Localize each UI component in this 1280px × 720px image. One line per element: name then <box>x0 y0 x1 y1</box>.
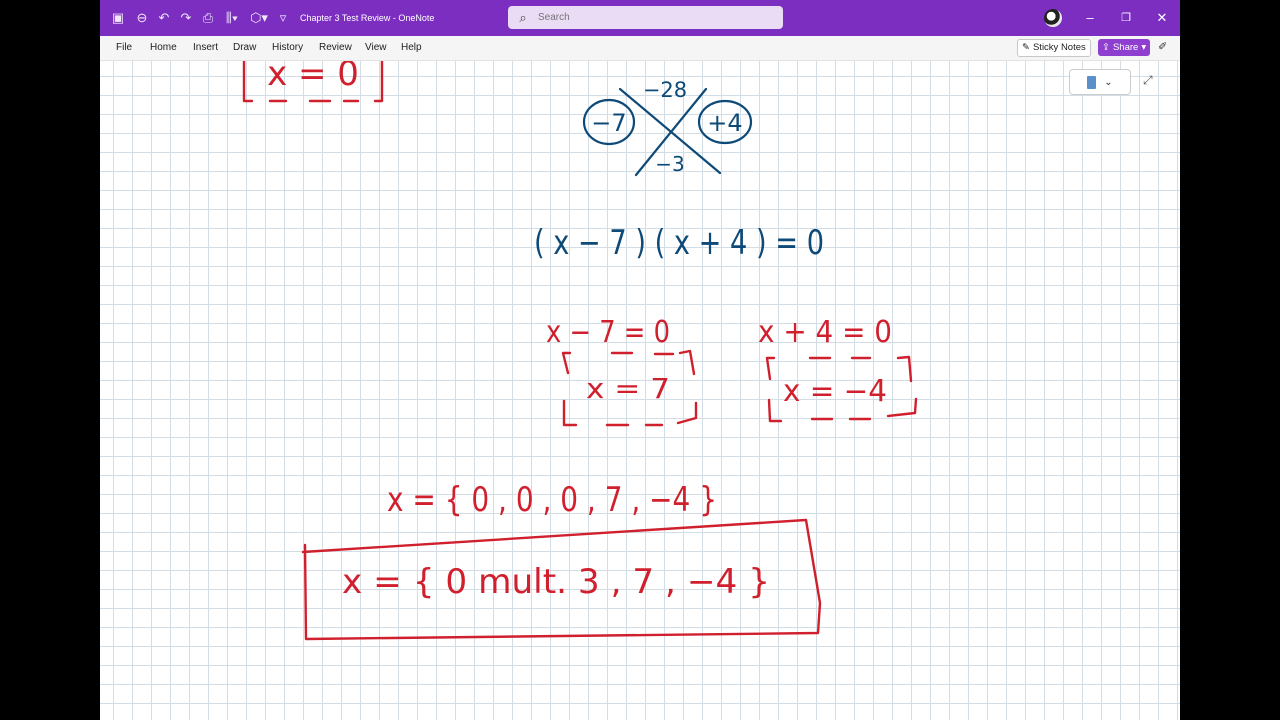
menu-review[interactable]: Review <box>319 36 352 60</box>
ink-partial-answer: x = 0 <box>242 61 384 103</box>
shapes-icon[interactable]: ⬡▾ <box>246 0 272 36</box>
ink-equation-2: x + 4 = 0 <box>758 315 892 350</box>
ink-box-solution-2: x = −4 <box>765 355 918 423</box>
menu-file[interactable]: File <box>116 36 132 60</box>
ink-text-partial: x = 0 <box>267 61 359 94</box>
ink-solution-2: x = −4 <box>783 374 887 409</box>
search-icon: ⌕ <box>519 9 527 25</box>
ink-diamond-right: +4 <box>707 109 742 137</box>
menu-bar: File Home Insert Draw History Review Vie… <box>100 36 1180 61</box>
onenote-window: ▣ ⊖ ↶ ↷ ⎙ ⫼▾ ⬡▾ ▿ Chapter 3 Test Review … <box>100 0 1180 720</box>
menu-history[interactable]: History <box>272 36 303 60</box>
search-input[interactable] <box>538 12 758 23</box>
chevron-down-icon: ▾ <box>1141 42 1147 53</box>
pen-mode-icon[interactable]: ✐ <box>1158 40 1167 53</box>
sticky-note-icon: ✎ <box>1022 42 1030 53</box>
share-button[interactable]: ⇪ Share ▾ <box>1098 39 1151 56</box>
onenote-logo-icon: ▣ <box>111 10 125 25</box>
ink-solution-1: x = 7 <box>586 372 670 405</box>
share-label: Share <box>1112 42 1139 53</box>
menu-view[interactable]: View <box>365 36 387 60</box>
menu-home[interactable]: Home <box>150 36 177 60</box>
undo-icon[interactable]: ↶ <box>154 0 174 36</box>
ink-diamond: −28 −3 −7 +4 <box>582 78 753 177</box>
ink-diamond-bottom: −3 <box>655 152 684 176</box>
ink-solution-set: x = { 0 , 0 , 0 , 7 , −4 } <box>387 480 717 520</box>
ink-final-answer: x = { 0 mult. 3 , 7 , −4 } <box>342 562 770 602</box>
sticky-notes-label: Sticky Notes <box>1032 42 1086 53</box>
ink-final-answer-box: x = { 0 mult. 3 , 7 , −4 } <box>301 518 822 641</box>
menu-draw[interactable]: Draw <box>233 36 256 60</box>
window-title: Chapter 3 Test Review - OneNote <box>300 13 435 23</box>
ink-factored-equation: ( x − 7 ) ( x + 4 ) = 0 <box>534 223 824 263</box>
share-icon: ⇪ <box>1102 42 1110 53</box>
menu-help[interactable]: Help <box>401 36 422 60</box>
redo-icon[interactable]: ↷ <box>176 0 196 36</box>
ink-layer: x = 0 −28 −3 −7 +4 ( x − 7 ) ( x + 4 ) =… <box>242 61 918 641</box>
view-icon[interactable]: ⫼▾ <box>220 0 244 36</box>
ink-diamond-left: −7 <box>591 109 626 137</box>
minimize-button[interactable]: – <box>1072 0 1108 36</box>
ink-equation-1: x − 7 = 0 <box>546 315 670 350</box>
print-icon[interactable]: ⎙ <box>198 0 218 36</box>
menu-insert[interactable]: Insert <box>193 36 218 60</box>
sticky-notes-button[interactable]: ✎ Sticky Notes <box>1017 39 1091 57</box>
note-canvas[interactable]: ⌄ ⤢ x = 0 −28 −3 −7 +4 (x − 7) (x + 4… <box>100 61 1180 720</box>
close-button[interactable]: ✕ <box>1144 0 1180 36</box>
search-box[interactable]: ⌕ <box>508 6 783 29</box>
ink-diamond-top: −28 <box>643 78 687 102</box>
ink-box-solution-1: x = 7 <box>561 349 698 427</box>
title-bar: ▣ ⊖ ↶ ↷ ⎙ ⫼▾ ⬡▾ ▿ Chapter 3 Test Review … <box>100 0 1180 36</box>
restore-button[interactable]: ❐ <box>1108 0 1144 36</box>
customize-icon[interactable]: ▿ <box>276 0 290 36</box>
back-icon[interactable]: ⊖ <box>132 0 152 36</box>
avatar[interactable] <box>1044 9 1062 27</box>
